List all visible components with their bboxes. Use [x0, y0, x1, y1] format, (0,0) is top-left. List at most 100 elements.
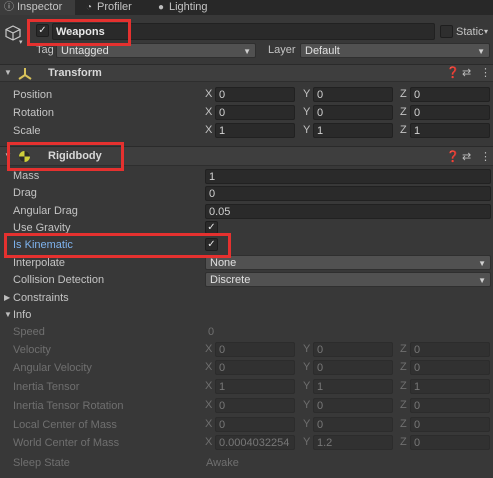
chevron-down-icon: ▼ — [478, 259, 486, 268]
static-checkbox[interactable] — [440, 25, 453, 38]
scale-y-field[interactable]: 1 — [313, 123, 393, 138]
axis-x-label: X — [205, 436, 213, 448]
local-center-of-mass-z-field: 0 — [410, 417, 490, 432]
angular-velocity-x: 0 — [219, 362, 226, 374]
transform-header[interactable]: ▼ Transform ❓ ⇄ ⋮ — [0, 64, 493, 82]
tab-inspector[interactable]: ⓘ Inspector — [0, 0, 75, 15]
more-menu-icon[interactable]: ⋮ — [480, 66, 491, 79]
layer-dropdown[interactable]: Default ▼ — [300, 43, 490, 58]
scale-x: 1 — [219, 125, 226, 137]
axis-z-label[interactable]: Z — [400, 105, 407, 120]
position-z: 0 — [414, 89, 421, 101]
presets-icon[interactable]: ⇄ — [462, 150, 471, 163]
axis-z-label: Z — [400, 380, 407, 392]
scale-x-field[interactable]: 1 — [215, 123, 295, 138]
axis-z-label: Z — [400, 343, 407, 355]
help-icon[interactable]: ❓ — [446, 150, 460, 163]
collision-detection-label: Collision Detection — [13, 274, 105, 286]
rotation-y: 0 — [317, 107, 324, 119]
transform-title: Transform — [48, 67, 102, 79]
tab-profiler[interactable]: ◔ Profiler — [84, 0, 132, 15]
rotation-y-field[interactable]: 0 — [313, 105, 393, 120]
axis-z-label: Z — [400, 418, 407, 430]
position-label: Position — [13, 89, 53, 101]
chevron-down-icon: ▼ — [243, 47, 251, 56]
info-foldout-icon[interactable]: ▼ — [4, 307, 12, 323]
axis-y-label: Y — [303, 343, 311, 355]
scale-y: 1 — [317, 125, 324, 137]
axis-z-label[interactable]: Z — [400, 123, 407, 138]
foldout-arrow-icon[interactable]: ▼ — [4, 65, 12, 81]
drag-field[interactable]: 0 — [205, 186, 491, 201]
local-center-of-mass-z: 0 — [414, 419, 421, 431]
angular-velocity-y-field: 0 — [313, 360, 393, 375]
axis-x-label: X — [205, 380, 213, 392]
axis-x-label[interactable]: X — [205, 123, 212, 138]
axis-y-label: Y — [303, 380, 311, 392]
axis-x-label[interactable]: X — [205, 105, 212, 120]
static-dropdown-caret[interactable]: ▾ — [484, 24, 488, 40]
drag-value: 0 — [209, 188, 216, 200]
axis-y-label: Y — [303, 361, 311, 373]
rotation-x-field[interactable]: 0 — [215, 105, 295, 120]
inertia-tensor-rotation-z: 0 — [414, 400, 421, 412]
help-icon[interactable]: ❓ — [446, 66, 460, 79]
highlight-gameobject-name — [27, 19, 131, 46]
inertia-tensor-rotation-label: Inertia Tensor Rotation — [13, 400, 124, 412]
constraints-foldout-icon[interactable]: ▶ — [4, 290, 10, 306]
local-center-of-mass-y: 0 — [317, 419, 324, 431]
axis-y-label[interactable]: Y — [303, 87, 310, 102]
transform-axes-icon — [18, 68, 32, 80]
position-y: 0 — [317, 89, 324, 101]
info-vectors: Velocity X 0 Y 0 Z 0 Angular Velocity X … — [0, 341, 493, 450]
tab-profiler-label: Profiler — [97, 1, 132, 13]
drag-label: Drag — [13, 187, 37, 199]
check-icon: ✓ — [207, 222, 216, 233]
axis-y-label[interactable]: Y — [303, 105, 310, 120]
angular-velocity-y: 0 — [317, 362, 324, 374]
inertia-tensor-y: 1 — [317, 381, 324, 393]
gameobject-icon-caret[interactable]: ▾ — [19, 38, 23, 46]
mass-field[interactable]: 1 — [205, 169, 491, 184]
axis-x-label[interactable]: X — [205, 87, 212, 102]
axis-z-label[interactable]: Z — [400, 87, 407, 102]
angular-drag-label: Angular Drag — [13, 205, 78, 217]
tab-bar: ⓘ Inspector ◔ Profiler ● Lighting — [0, 0, 493, 15]
profiler-icon: ◔ — [85, 2, 93, 13]
inertia-tensor-rotation-y: 0 — [317, 400, 324, 412]
more-menu-icon[interactable]: ⋮ — [480, 150, 491, 163]
rotation-label: Rotation — [13, 107, 54, 119]
axis-y-label[interactable]: Y — [303, 123, 310, 138]
angular-drag-value: 0.05 — [209, 206, 231, 218]
axis-y-label: Y — [303, 436, 311, 448]
inertia-tensor-rotation-z-field: 0 — [410, 398, 490, 413]
velocity-x: 0 — [219, 344, 226, 356]
angular-drag-field[interactable]: 0.05 — [205, 204, 491, 219]
world-center-of-mass-label: World Center of Mass — [13, 437, 120, 449]
constraints-foldout[interactable]: Constraints — [13, 290, 69, 306]
speed-value: 0 — [208, 326, 215, 338]
collision-detection-value: Discrete — [210, 274, 251, 286]
interpolate-value: None — [210, 257, 237, 269]
velocity-y: 0 — [317, 344, 324, 356]
world-center-of-mass-x: 0.0004032254 — [219, 437, 290, 449]
position-x: 0 — [219, 89, 226, 101]
angular-velocity-z: 0 — [414, 362, 421, 374]
inertia-tensor-rotation-x: 0 — [219, 400, 226, 412]
scale-z-field[interactable]: 1 — [410, 123, 490, 138]
interpolate-dropdown[interactable]: None ▼ — [205, 255, 491, 270]
chevron-down-icon: ▼ — [477, 47, 485, 56]
collision-detection-dropdown[interactable]: Discrete ▼ — [205, 272, 491, 287]
tab-lighting[interactable]: ● Lighting — [156, 0, 208, 15]
presets-icon[interactable]: ⇄ — [462, 66, 471, 79]
inertia-tensor-rotation-y-field: 0 — [313, 398, 393, 413]
info-foldout[interactable]: Info — [13, 307, 31, 323]
position-z-field[interactable]: 0 — [410, 87, 490, 102]
rotation-z-field[interactable]: 0 — [410, 105, 490, 120]
world-center-of-mass-y: 1.2 — [317, 437, 333, 449]
transform-body: Position X 0 Y 0 Z 0 Rotation X 0 Y 0 Z … — [0, 86, 493, 140]
position-x-field[interactable]: 0 — [215, 87, 295, 102]
lightbulb-icon: ● — [157, 2, 165, 13]
inertia-tensor-z-field: 1 — [410, 379, 490, 394]
position-y-field[interactable]: 0 — [313, 87, 393, 102]
